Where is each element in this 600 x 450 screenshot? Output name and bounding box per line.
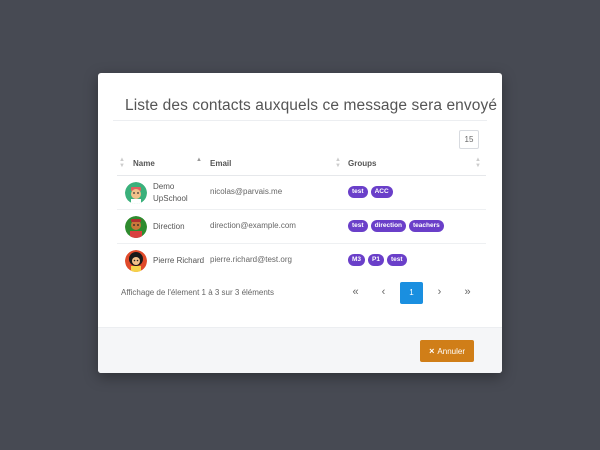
- avatar: [125, 250, 147, 272]
- sort-icon[interactable]: ▲ ▼: [475, 157, 481, 169]
- contacts-modal: Liste des contacts auxquels ce message s…: [98, 73, 502, 373]
- sort-icon[interactable]: ▲ ▼: [335, 157, 341, 169]
- group-badge: M3: [348, 254, 366, 266]
- table-header: ▲ ▼ Name ▲ Email ▲ ▼ Groups ▲ ▼: [117, 153, 486, 176]
- page-size-select[interactable]: 15: [459, 130, 479, 149]
- contacts-table: ▲ ▼ Name ▲ Email ▲ ▼ Groups ▲ ▼ Demo UpScho…: [117, 153, 486, 278]
- group-badge: test: [348, 186, 368, 198]
- table-row[interactable]: Demo UpSchool nicolas@parvais.me test AC…: [117, 176, 486, 210]
- avatar: [125, 216, 147, 238]
- group-badge: test: [348, 220, 368, 232]
- contact-name: Pierre Richard: [153, 256, 205, 265]
- next-page-button[interactable]: ›: [428, 282, 451, 304]
- sort-asc-icon[interactable]: ▲: [196, 157, 202, 163]
- group-badge: test: [386, 254, 407, 266]
- modal-footer: × Annuler: [98, 327, 502, 373]
- pagination-info: Affichage de l'élement 1 à 3 sur 3 éléme…: [121, 288, 275, 297]
- contact-email: pierre.richard@test.org: [210, 255, 292, 264]
- group-badge: ACC: [370, 186, 393, 198]
- cancel-label: Annuler: [437, 347, 465, 356]
- group-badges: test direction teachers: [348, 220, 444, 232]
- contact-email: direction@example.com: [210, 221, 296, 230]
- pagination: « ‹ 1 › »: [344, 282, 479, 304]
- title-divider: [113, 120, 487, 121]
- first-page-button[interactable]: «: [344, 282, 367, 304]
- column-header-name[interactable]: Name: [133, 159, 155, 168]
- sort-icon[interactable]: ▲ ▼: [119, 157, 125, 169]
- group-badge: teachers: [409, 220, 444, 232]
- modal-title: Liste des contacts auxquels ce message s…: [125, 97, 498, 114]
- last-page-button[interactable]: »: [456, 282, 479, 304]
- group-badge: direction: [370, 220, 407, 232]
- contact-name: Direction: [153, 222, 185, 231]
- column-header-email[interactable]: Email: [210, 159, 231, 168]
- page-button-current[interactable]: 1: [400, 282, 423, 304]
- cancel-button[interactable]: × Annuler: [420, 340, 474, 362]
- contact-email: nicolas@parvais.me: [210, 187, 283, 196]
- group-badges: M3 P1 test: [348, 254, 407, 266]
- avatar: [125, 182, 147, 204]
- previous-page-button[interactable]: ‹: [372, 282, 395, 304]
- group-badge: P1: [368, 254, 384, 266]
- column-header-groups[interactable]: Groups: [348, 159, 376, 168]
- group-badges: test ACC: [348, 186, 393, 198]
- contact-name: Demo UpSchool: [153, 182, 188, 203]
- table-row[interactable]: Direction direction@example.com test dir…: [117, 210, 486, 244]
- close-icon: ×: [429, 346, 435, 356]
- table-row[interactable]: Pierre Richard pierre.richard@test.org M…: [117, 244, 486, 278]
